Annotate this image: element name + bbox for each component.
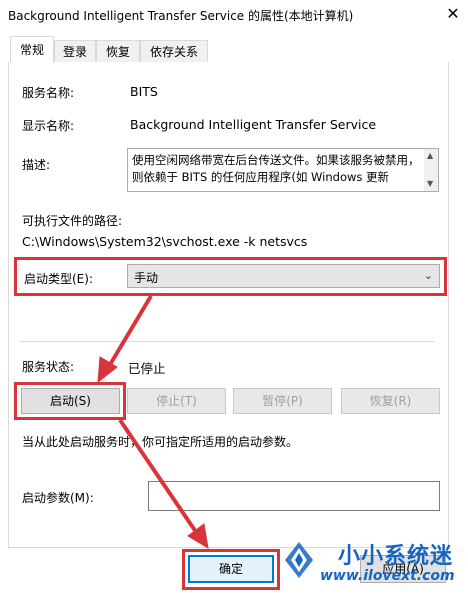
tab-general[interactable]: 常规 bbox=[10, 36, 54, 63]
arrow-to-ok-line bbox=[118, 418, 198, 534]
watermark-url: www.ilovext.com bbox=[320, 568, 455, 584]
arrow-to-start-line bbox=[106, 294, 153, 370]
watermark-text: 小小系统迷 bbox=[338, 544, 454, 569]
watermark-logo-icon bbox=[285, 542, 313, 578]
annotation-arrows bbox=[97, 294, 209, 549]
